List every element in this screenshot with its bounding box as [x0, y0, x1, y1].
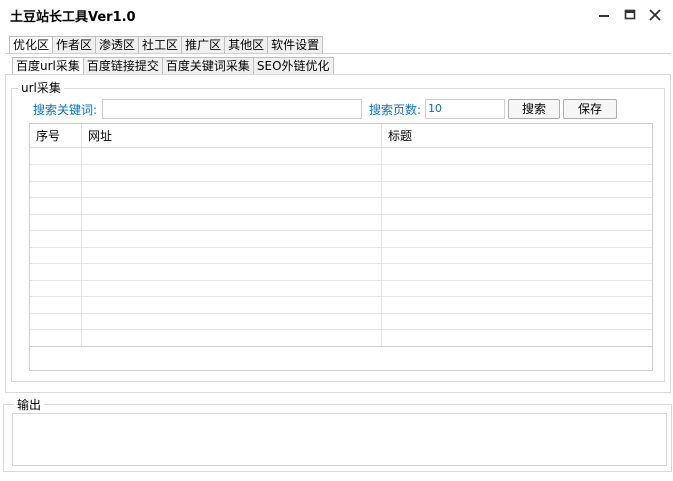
table-row — [30, 198, 652, 215]
tab-promotion[interactable]: 推广区 — [181, 36, 226, 54]
save-button[interactable]: 保存 — [563, 99, 617, 119]
keyword-label: 搜索关键词: — [33, 103, 98, 117]
results-table[interactable]: 序号 网址 标题 — [29, 123, 653, 371]
table-row — [30, 247, 652, 264]
table-row — [30, 313, 652, 330]
url-collect-legend: url采集 — [18, 81, 64, 95]
table-row — [30, 165, 652, 182]
table-row — [30, 231, 652, 248]
output-textarea[interactable] — [12, 413, 667, 466]
table-row — [30, 330, 652, 347]
window-title: 土豆站长工具Ver1.0 — [10, 10, 136, 25]
close-button[interactable] — [644, 4, 666, 26]
main-tab-bar: 优化区 作者区 渗透区 社工区 推广区 其他区 软件设置 — [9, 36, 324, 54]
table-footer — [30, 346, 652, 370]
maximize-icon — [624, 9, 636, 20]
tab-divider — [5, 53, 671, 54]
close-icon — [649, 9, 661, 21]
table-row — [30, 297, 652, 314]
column-header-title[interactable]: 标题 — [382, 124, 652, 148]
minimize-button[interactable] — [593, 4, 615, 26]
maximize-button[interactable] — [619, 4, 641, 26]
table-row — [30, 148, 652, 165]
pages-label: 搜索页数: — [369, 103, 422, 117]
output-legend: 输出 — [14, 398, 45, 412]
column-header-url[interactable]: 网址 — [82, 124, 382, 148]
pages-input[interactable]: 10 — [425, 99, 505, 119]
table-row — [30, 214, 652, 231]
table-row — [30, 264, 652, 281]
tab-software-settings[interactable]: 软件设置 — [267, 36, 324, 54]
tab-penetration[interactable]: 渗透区 — [95, 36, 140, 54]
tab-optimize[interactable]: 优化区 — [9, 36, 54, 54]
search-button[interactable]: 搜索 — [508, 99, 560, 119]
tab-other[interactable]: 其他区 — [224, 36, 269, 54]
column-header-index[interactable]: 序号 — [30, 124, 82, 148]
minimize-icon — [599, 15, 609, 17]
table-header: 序号 网址 标题 — [30, 124, 652, 148]
table-row — [30, 181, 652, 198]
keyword-input[interactable] — [102, 99, 362, 119]
tab-social-engineering[interactable]: 社工区 — [138, 36, 183, 54]
table-row — [30, 280, 652, 297]
table-body — [30, 148, 652, 347]
tab-author[interactable]: 作者区 — [52, 36, 97, 54]
